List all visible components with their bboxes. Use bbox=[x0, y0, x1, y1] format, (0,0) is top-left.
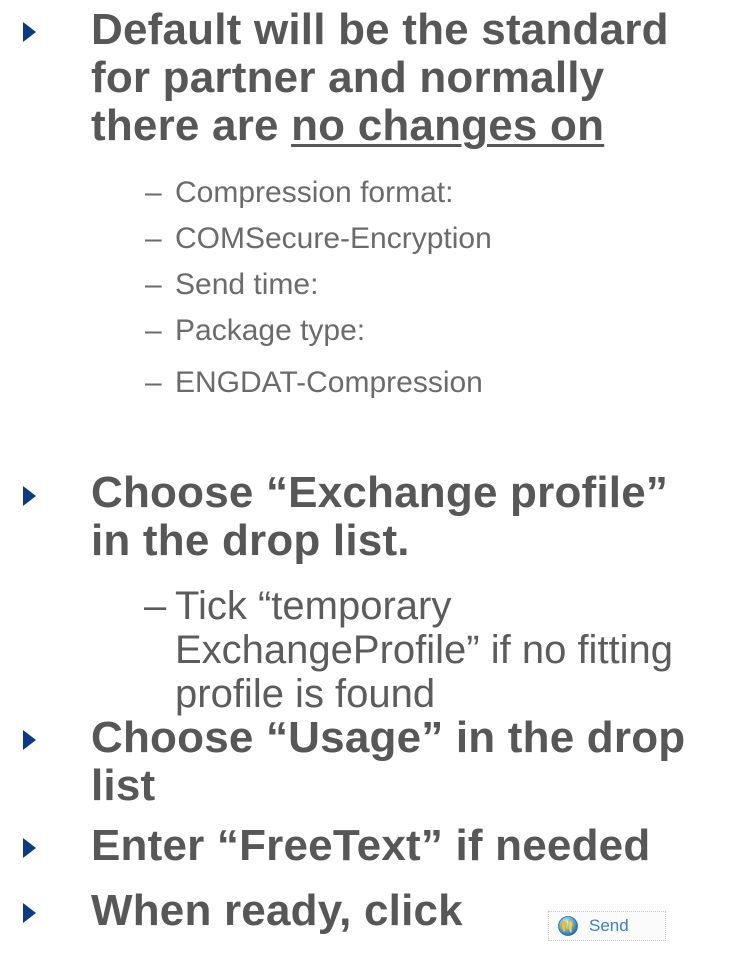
bullet-triangle-icon bbox=[23, 22, 36, 42]
bullet-choose-exchange-profile: Choose “Exchange profile” in the drop li… bbox=[91, 469, 668, 565]
sub-item-send-time: Send time: bbox=[175, 268, 319, 301]
bullet-when-ready: When ready, click bbox=[91, 887, 463, 935]
sub-line: profile is found bbox=[175, 672, 436, 716]
bullet-line: list bbox=[91, 761, 156, 810]
bullet-triangle-icon bbox=[23, 838, 36, 858]
bullet-triangle-icon bbox=[23, 730, 36, 750]
slide: Default will be the standard for partner… bbox=[0, 0, 742, 969]
bullet-line: for partner and normally bbox=[91, 53, 605, 102]
sub-line: ExchangeProfile” if no fitting bbox=[175, 628, 674, 672]
sub-item-tick-temporary: Tick “temporary ExchangeProfile” if no f… bbox=[175, 584, 673, 716]
globe-send-icon bbox=[557, 915, 579, 937]
bullet-default-standard: Default will be the standard for partner… bbox=[91, 6, 669, 150]
bullet-triangle-icon bbox=[23, 486, 36, 506]
sub-item-package-type: Package type: bbox=[175, 314, 366, 347]
dash: – bbox=[145, 268, 162, 301]
bullet-line-prefix: there are bbox=[91, 101, 292, 150]
sub-line: Tick “temporary bbox=[175, 584, 452, 628]
dash: – bbox=[145, 366, 162, 399]
send-button-label: Send bbox=[589, 916, 629, 935]
dash: – bbox=[145, 176, 162, 209]
send-button[interactable]: Send bbox=[548, 911, 666, 941]
bullet-line: there are no changes on bbox=[91, 102, 669, 150]
bullet-choose-usage: Choose “Usage” in the drop list bbox=[91, 714, 685, 810]
bullet-line: When ready, click bbox=[91, 886, 463, 935]
bullet-triangle-icon bbox=[23, 903, 36, 923]
bullet-line: in the drop list. bbox=[91, 516, 410, 565]
sub-item-engdat-compression: ENGDAT-Compression bbox=[175, 366, 483, 399]
dash: – bbox=[144, 584, 167, 628]
bullet-line: Enter “FreeText” if needed bbox=[91, 821, 651, 870]
dash: – bbox=[145, 222, 162, 255]
bullet-line: Choose “Usage” in the drop bbox=[91, 713, 686, 762]
no-changes-underlined: no changes on bbox=[291, 101, 605, 150]
bullet-line: Default will be the standard bbox=[91, 5, 669, 54]
bullet-line: Choose “Exchange profile” bbox=[91, 468, 669, 517]
dash: – bbox=[145, 314, 162, 347]
sub-item-compression-format: Compression format: bbox=[175, 176, 454, 209]
sub-item-comsecure-encryption: COMSecure-Encryption bbox=[175, 222, 492, 255]
bullet-enter-freetext: Enter “FreeText” if needed bbox=[91, 822, 650, 870]
